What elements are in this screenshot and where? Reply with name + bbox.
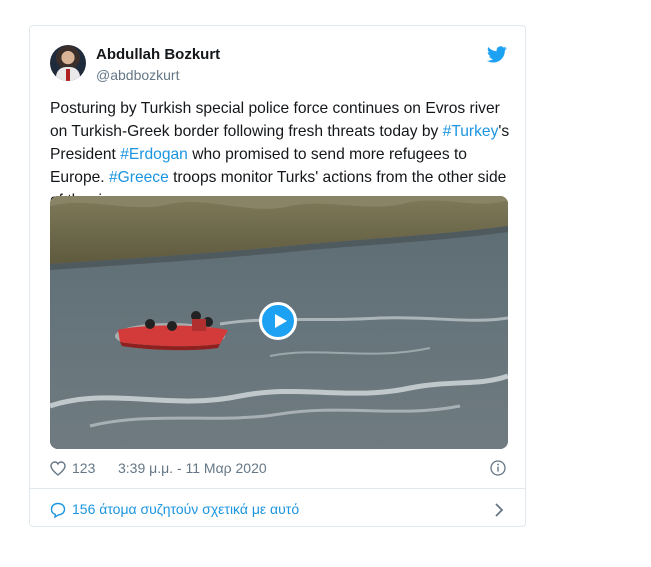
play-icon[interactable] [259,302,297,340]
like-count[interactable]: 123 [72,460,95,476]
info-icon[interactable] [490,460,506,476]
tweet-text: Posturing by Turkish special police forc… [50,97,520,212]
tweet-timestamp[interactable]: 3:39 μ.μ. - 11 Μαρ 2020 [118,460,267,476]
tweet-meta: 123 3:39 μ.μ. - 11 Μαρ 2020 [50,459,508,479]
conversation-link[interactable]: 156 άτομα συζητούν σχετικά με αυτό [50,500,508,520]
divider [30,488,525,489]
conversation-label[interactable]: 156 άτομα συζητούν σχετικά με αυτό [72,501,299,517]
hashtag-erdogan[interactable]: #Erdogan [120,146,188,163]
chevron-right-icon[interactable] [494,502,504,518]
tweet-card[interactable]: Abdullah Bozkurt @abdbozkurt Posturing b… [29,25,526,527]
hashtag-turkey[interactable]: #Turkey [443,123,499,140]
tweet-text-part: Posturing by Turkish special police forc… [50,100,500,140]
author-name[interactable]: Abdullah Bozkurt [96,46,220,63]
author-handle[interactable]: @abdbozkurt [96,67,179,83]
twitter-bird-icon[interactable] [487,46,507,63]
author-avatar[interactable] [50,45,86,81]
heart-icon[interactable] [50,461,66,476]
speech-bubble-icon [50,502,66,518]
hashtag-greece[interactable]: #Greece [109,169,169,186]
video-player[interactable] [50,196,508,449]
